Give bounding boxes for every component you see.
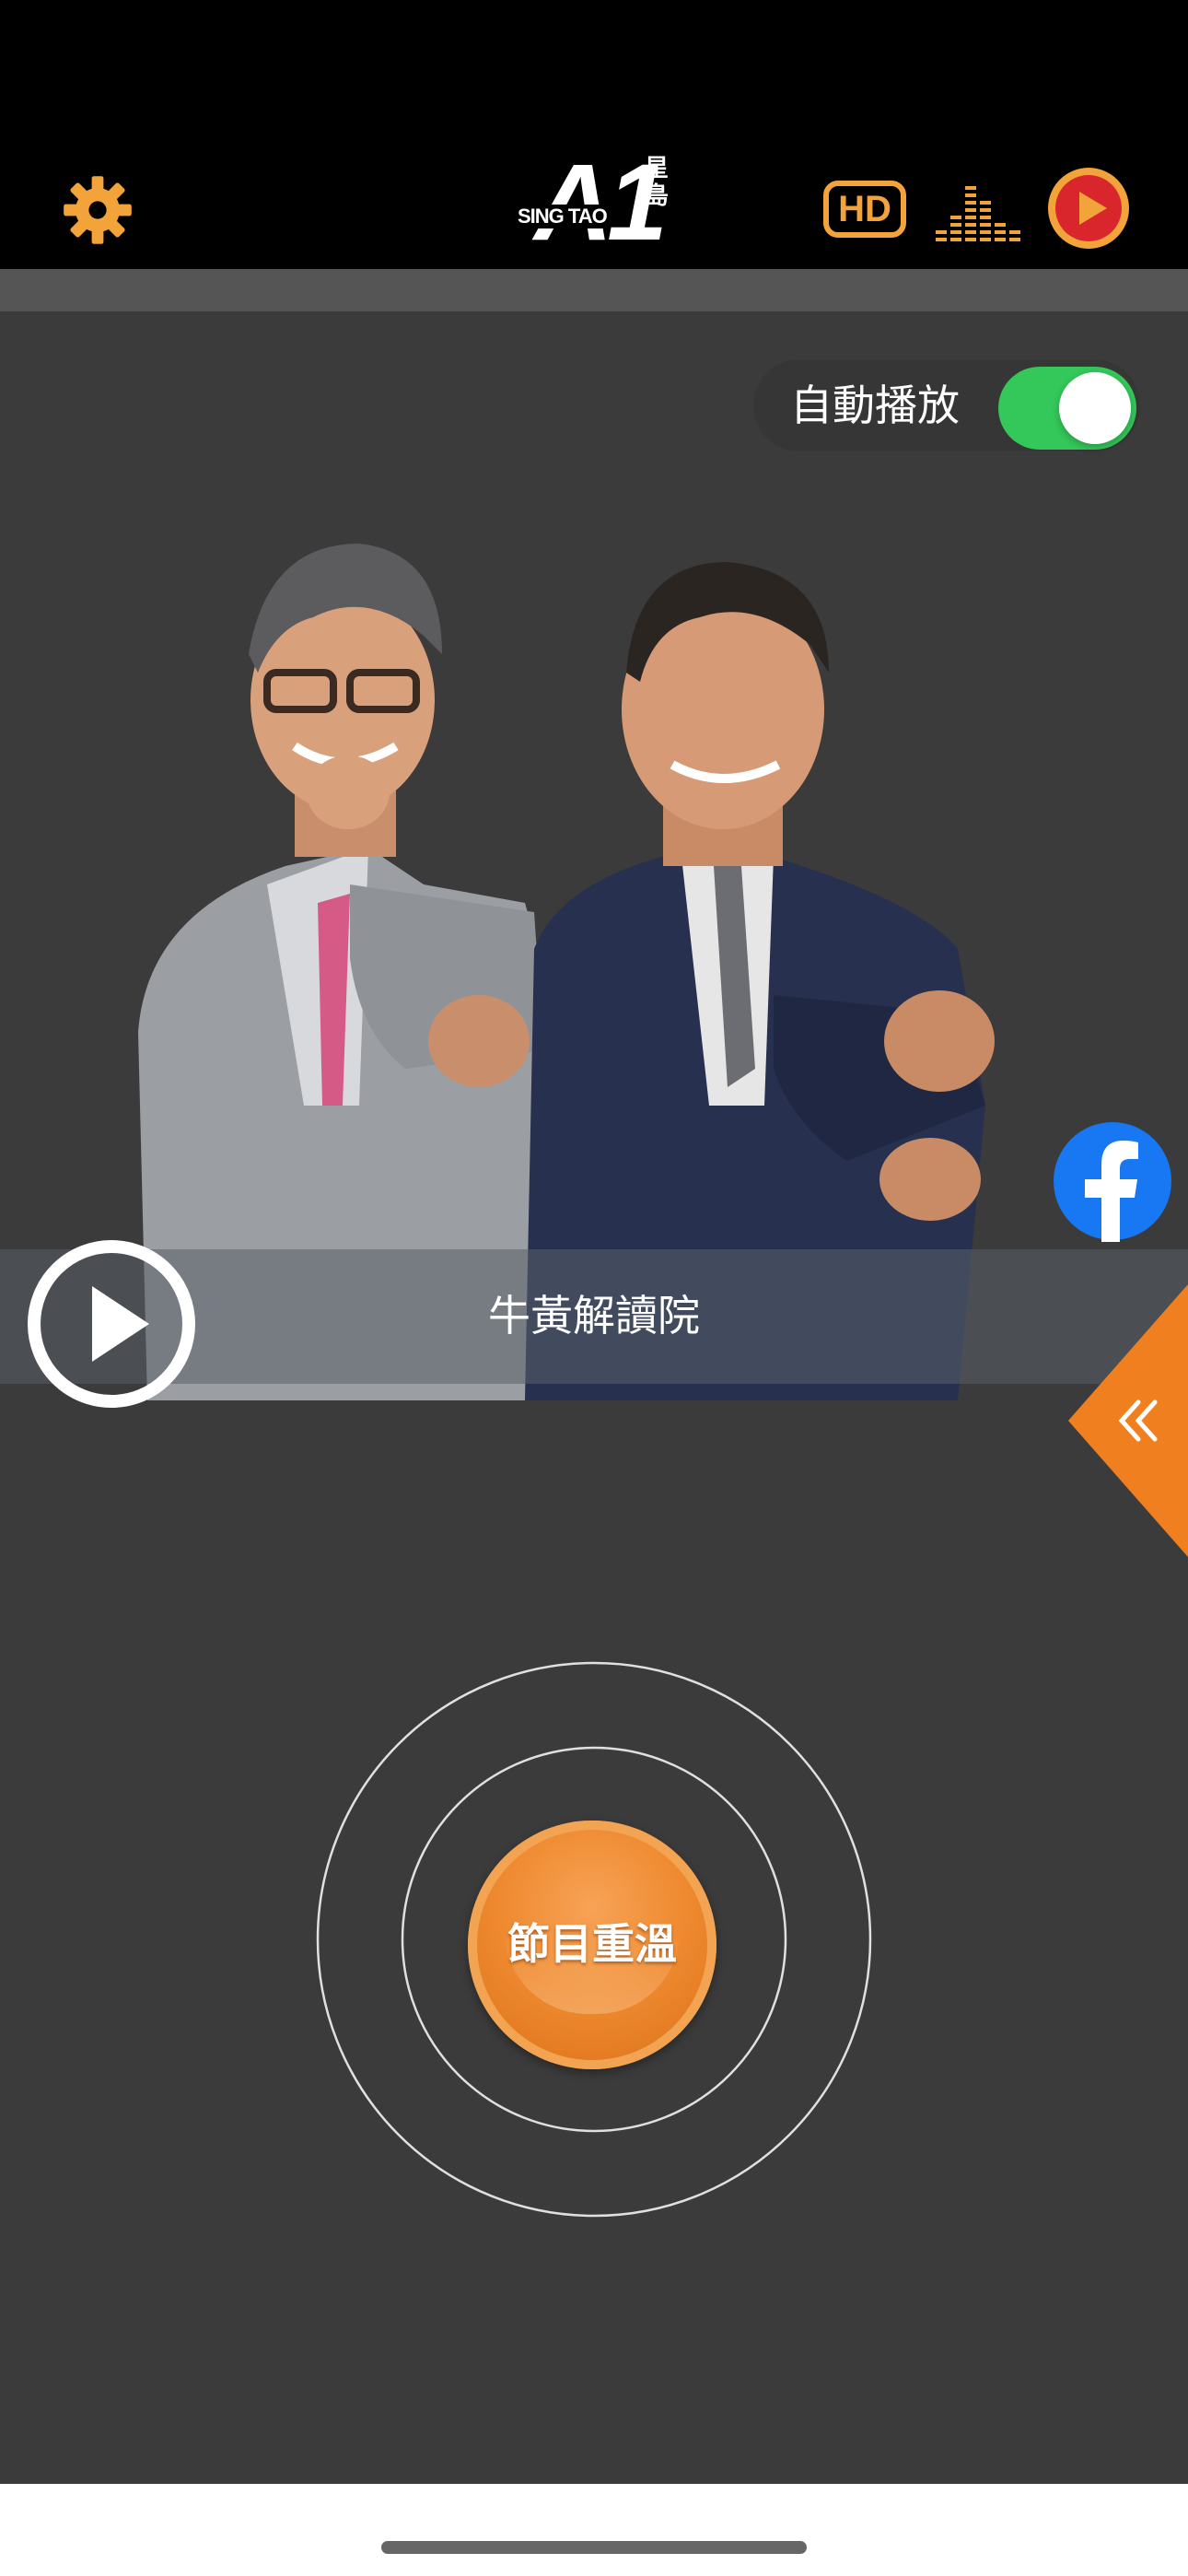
header-divider (0, 269, 1188, 311)
gear-icon[interactable] (61, 173, 134, 247)
replay-button[interactable]: 節目重溫 (468, 1821, 716, 2069)
facebook-icon[interactable] (1052, 1120, 1173, 1242)
home-indicator[interactable] (381, 2541, 807, 2554)
play-icon[interactable] (26, 1238, 197, 1410)
top-bar: A1 SING TAO 星島 HD (0, 0, 1188, 269)
app-logo: A1 SING TAO 星島 (516, 147, 672, 258)
logo-brand: SING TAO (516, 205, 609, 228)
toggle-knob (1059, 372, 1131, 444)
play-circle-icon[interactable] (1044, 164, 1133, 252)
drawer-expand-tab[interactable] (1068, 1284, 1188, 1557)
hd-icon[interactable]: HD (823, 181, 906, 238)
logo-cjk: 星島 (645, 155, 670, 210)
app-screen: A1 SING TAO 星島 HD 自動播放 牛黃解讀院 節目重溫 (0, 0, 1188, 2576)
logo-mark: A1 (534, 142, 668, 263)
replay-label: 節目重溫 (507, 1919, 677, 1969)
autoplay-toggle[interactable] (998, 367, 1136, 450)
home-indicator-area (0, 2484, 1188, 2576)
equalizer-icon[interactable] (936, 173, 1020, 247)
autoplay-control: 自動播放 (753, 359, 1140, 451)
autoplay-label: 自動播放 (790, 381, 960, 430)
